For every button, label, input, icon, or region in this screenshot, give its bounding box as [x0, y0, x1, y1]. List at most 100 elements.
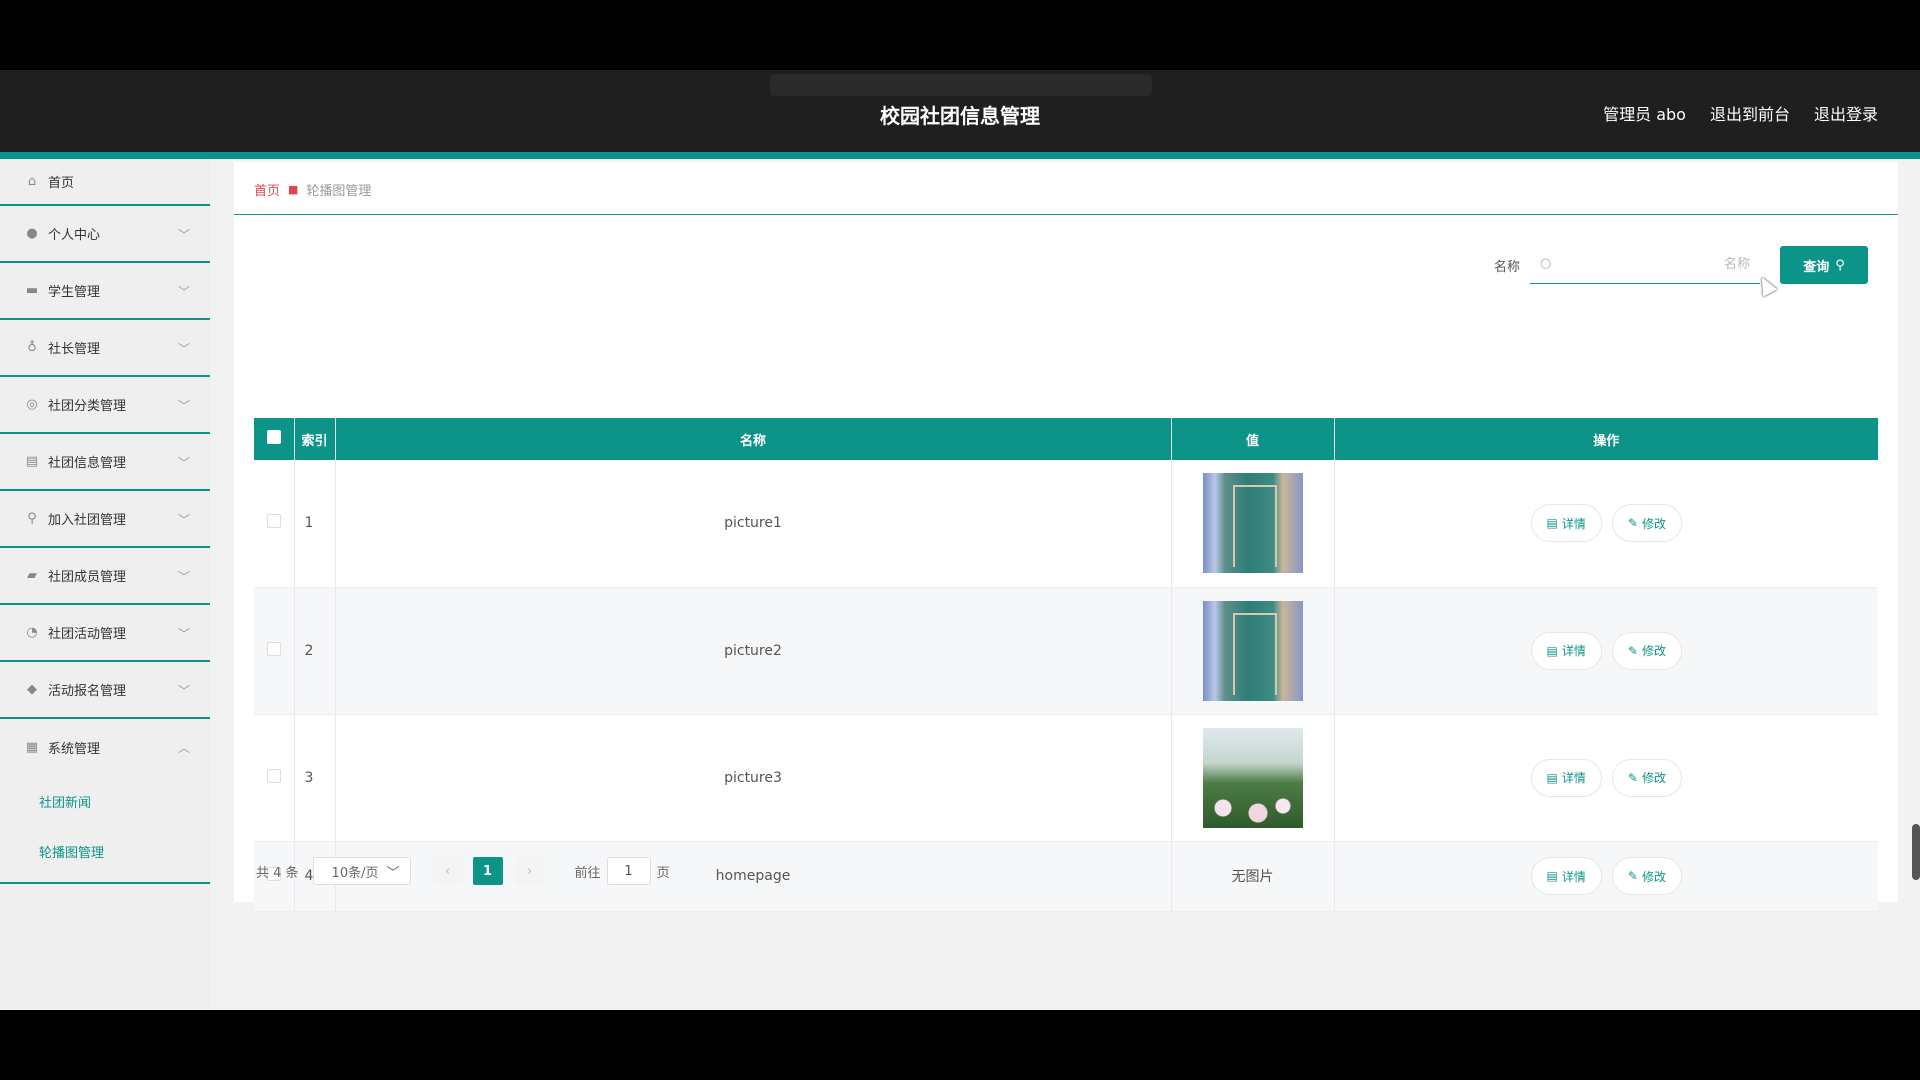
column-header-index: 索引	[294, 418, 336, 460]
row-name: picture2	[335, 587, 1172, 715]
document-icon: ▤	[1546, 516, 1558, 531]
page-suffix: 页	[656, 865, 670, 881]
chevron-down-icon: ﹀	[386, 865, 400, 881]
page-size-select[interactable]: 10条/页 ﹀	[312, 857, 411, 885]
carousel-thumbnail[interactable]	[1202, 600, 1303, 701]
detail-button[interactable]: ▤ 详情	[1530, 631, 1602, 670]
sidebar-item-label: 社团分类管理	[48, 399, 127, 414]
row-checkbox-cell	[254, 587, 295, 715]
goto-page-input[interactable]	[606, 857, 651, 885]
chevron-up-icon: ︿	[177, 741, 190, 755]
gauge-icon: ◔	[26, 625, 38, 640]
sidebar-item-club-info[interactable]: ▤ 社团信息管理 ﹀	[0, 434, 210, 491]
location-icon: ◆	[27, 682, 37, 697]
row-checkbox[interactable]	[266, 514, 281, 529]
row-actions: ▤ 详情 ✎ 修改	[1334, 841, 1878, 912]
edit-button[interactable]: ✎ 修改	[1611, 631, 1682, 670]
column-header-actions: 操作	[1593, 433, 1620, 449]
select-all-cell	[254, 418, 295, 460]
sidebar-item-label: 社团信息管理	[48, 456, 127, 471]
row-checkbox-cell	[254, 460, 295, 588]
sidebar-item-label: 学生管理	[48, 285, 101, 300]
app-frame: 校园社团信息管理 管理员 abo 退出到前台 退出登录 ⌂ 首页 ● 个人中心 …	[0, 70, 1920, 1010]
pencil-icon: ✎	[1627, 770, 1638, 785]
chevron-down-icon: ﹀	[177, 513, 190, 527]
logout-link[interactable]: 退出登录	[1814, 101, 1878, 125]
page-scrollbar[interactable]	[1912, 824, 1920, 880]
next-page-button[interactable]: ›	[514, 857, 545, 885]
chevron-down-icon: ﹀	[177, 684, 190, 698]
current-user[interactable]: 管理员 abo	[1603, 101, 1686, 125]
document-icon: ▤	[1546, 643, 1558, 658]
sidebar-item-club-activities[interactable]: ◔ 社团活动管理 ﹀	[0, 605, 210, 662]
row-index: 1	[294, 460, 336, 588]
microphone-icon: ♁	[27, 340, 37, 355]
edit-button[interactable]: ✎ 修改	[1611, 504, 1682, 543]
sidebar-item-home[interactable]: ⌂ 首页	[0, 159, 210, 206]
pencil-icon: ✎	[1627, 516, 1638, 531]
sidebar-item-join-club[interactable]: ⚲ 加入社团管理 ﹀	[0, 491, 210, 548]
search-button[interactable]: 查询 ⚲	[1780, 246, 1868, 284]
edit-button[interactable]: ✎ 修改	[1611, 857, 1682, 895]
chevron-down-icon: ﹀	[177, 456, 190, 470]
table-row: 1 picture1 ▤ 详情 ✎ 修改	[254, 460, 1878, 588]
search-input[interactable]	[1530, 246, 1760, 283]
breadcrumb: 首页 ■ 轮播图管理	[254, 180, 371, 199]
page-number[interactable]: 1	[472, 857, 503, 885]
chevron-down-icon: ﹀	[177, 228, 190, 242]
column-header-value: 值	[1171, 418, 1335, 460]
sidebar-item-club-members[interactable]: ▰ 社团成员管理 ﹀	[0, 548, 210, 605]
edit-button[interactable]: ✎ 修改	[1611, 758, 1682, 797]
top-bar: 校园社团信息管理 管理员 abo 退出到前台 退出登录	[0, 70, 1920, 152]
row-checkbox[interactable]	[266, 641, 281, 656]
carousel-thumbnail[interactable]	[1202, 727, 1303, 828]
detail-button[interactable]: ▤ 详情	[1530, 758, 1602, 797]
edit-button-label: 修改	[1641, 771, 1666, 785]
sidebar-item-students[interactable]: ▬ 学生管理 ﹀	[0, 263, 210, 320]
user-icon: ●	[26, 226, 38, 241]
row-name: picture1	[335, 460, 1172, 588]
search-bar: 名称 ○ 查询 ⚲	[1494, 246, 1868, 284]
sidebar-item-system[interactable]: ▦ 系统管理 ︿	[0, 719, 210, 776]
goto-label: 前往	[574, 865, 601, 881]
row-value	[1171, 460, 1335, 588]
sidebar-subitem-club-news[interactable]: 社团新闻	[0, 776, 210, 826]
sidebar-item-activity-signup[interactable]: ◆ 活动报名管理 ﹀	[0, 662, 210, 719]
detail-button[interactable]: ▤ 详情	[1530, 857, 1602, 895]
pencil-icon: ✎	[1627, 869, 1638, 883]
breadcrumb-current: 轮播图管理	[306, 184, 372, 199]
row-name: picture3	[335, 714, 1172, 842]
sidebar-item-club-categories[interactable]: ◎ 社团分类管理 ﹀	[0, 377, 210, 434]
circle-icon: ◎	[26, 397, 38, 412]
select-all-checkbox[interactable]	[266, 430, 281, 444]
bulb-icon: ⚲	[27, 511, 37, 526]
table-header-row: 索引 名称 值 操作	[254, 418, 1878, 460]
detail-button[interactable]: ▤ 详情	[1530, 504, 1602, 543]
sidebar-item-presidents[interactable]: ♁ 社长管理 ﹀	[0, 320, 210, 377]
home-icon: ⌂	[27, 174, 37, 189]
sidebar-item-personal-center[interactable]: ● 个人中心 ﹀	[0, 206, 210, 263]
main-panel: 首页 ■ 轮播图管理 名称 ○ 查询 ⚲ 索引	[234, 162, 1898, 912]
sidebar-item-label: 活动报名管理	[48, 684, 127, 699]
sidebar-subitem-carousel[interactable]: 轮播图管理	[0, 826, 210, 876]
chevron-down-icon: ﹀	[177, 399, 190, 413]
tooltip-ghost	[770, 74, 1152, 96]
search-field-wrapper: ○	[1530, 246, 1760, 284]
chart-icon: ▦	[25, 740, 39, 755]
chevron-down-icon: ﹀	[177, 342, 190, 356]
prev-page-button[interactable]: ‹	[432, 857, 463, 885]
row-checkbox[interactable]	[266, 768, 281, 783]
breadcrumb-home[interactable]: 首页	[254, 180, 280, 199]
detail-button-label: 详情	[1561, 869, 1586, 884]
carousel-thumbnail[interactable]	[1202, 473, 1303, 574]
header-actions: 管理员 abo 退出到前台 退出登录	[1603, 101, 1878, 125]
document-icon: ▤	[1546, 770, 1558, 785]
column-header-name[interactable]: 名称	[335, 418, 1172, 460]
row-actions: ▤ 详情 ✎ 修改	[1334, 460, 1878, 588]
sidebar-item-label: 加入社团管理	[48, 513, 127, 528]
row-actions: ▤ 详情 ✎ 修改	[1334, 714, 1878, 842]
exit-to-frontend-link[interactable]: 退出到前台	[1710, 101, 1790, 125]
edit-button-label: 修改	[1641, 516, 1666, 531]
pagination-total: 共 4 条	[256, 865, 299, 881]
document-icon: ▤	[1546, 869, 1558, 883]
